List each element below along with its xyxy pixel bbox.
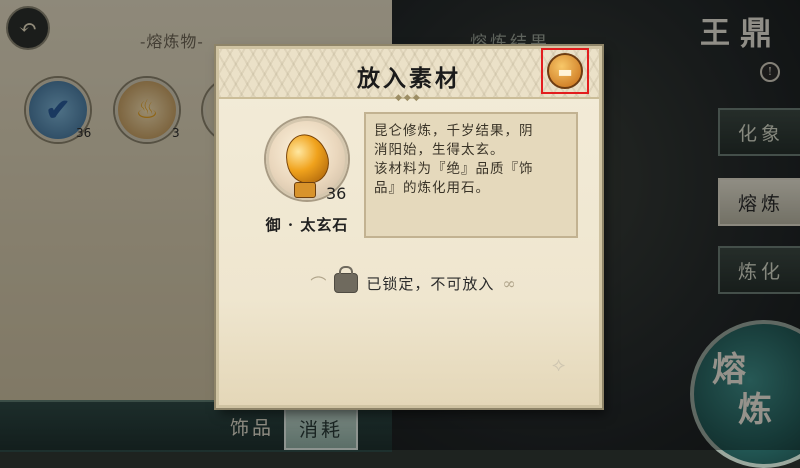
header-ornament-icon: ◆◆◆ <box>395 93 422 103</box>
item-count: 36 <box>326 184 347 203</box>
item-description: 昆仑修炼，千岁结果，阴 消阳始，生得太玄。 该材料为『绝』品质『饰 品』的炼化用… <box>364 112 578 238</box>
description-line: 消阳始，生得太玄。 <box>374 142 505 158</box>
lock-toggle-button[interactable]: ▬ <box>541 48 589 94</box>
padlock-icon <box>334 266 359 293</box>
ornament-right-icon: ∞ <box>502 273 516 293</box>
lock-status-text: 已锁定，不可放入 <box>366 274 495 293</box>
item-name: 御 · 太玄石 <box>265 216 349 234</box>
description-line: 品』的炼化用石。 <box>374 180 490 196</box>
lock-status-row: ⌒ 已锁定，不可放入 ∞ <box>278 266 548 296</box>
item-lock-badge-icon <box>294 182 316 198</box>
description-line: 该材料为『绝』品质『饰 <box>374 161 534 177</box>
ornament-left-icon: ⌒ <box>310 275 327 294</box>
description-line: 昆仑修炼，千岁结果，阴 <box>374 123 534 139</box>
lock-icon: ▬ <box>547 53 583 89</box>
gem-icon <box>279 128 335 190</box>
scroll-corner-ornament-icon: ⟡ <box>552 352 566 376</box>
